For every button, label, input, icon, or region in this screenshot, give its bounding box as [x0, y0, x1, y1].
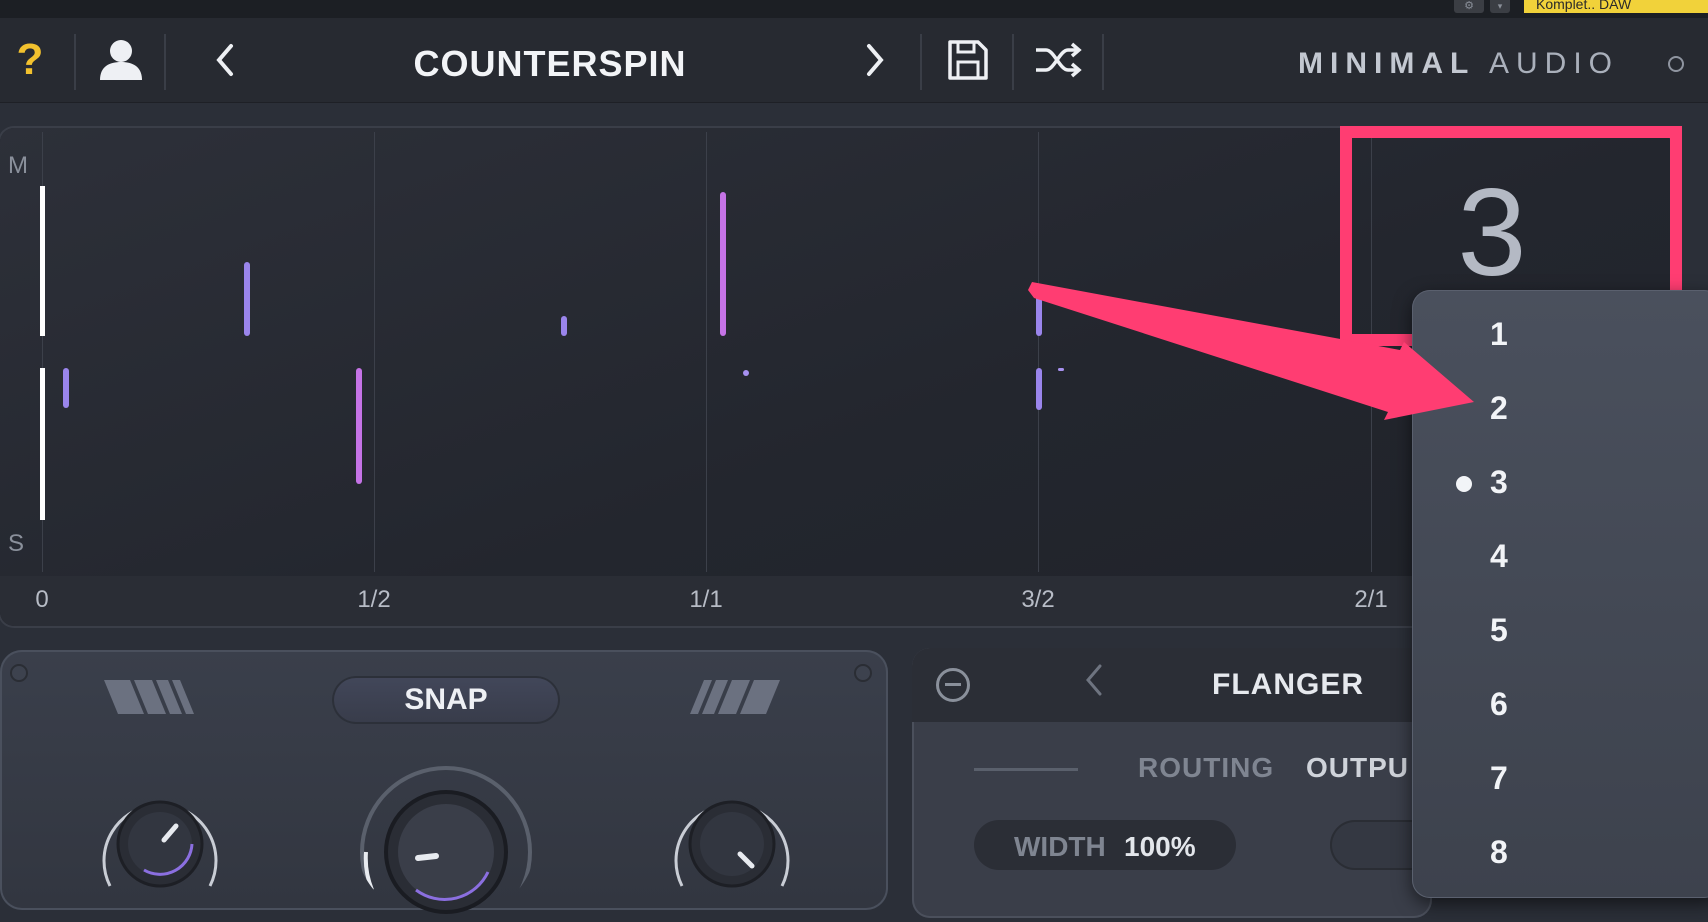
- option-label: 2: [1490, 390, 1508, 426]
- option-label: 8: [1490, 834, 1508, 870]
- option-label: 1: [1490, 316, 1508, 352]
- width-label: WIDTH: [1014, 831, 1106, 862]
- option-label: 6: [1490, 686, 1508, 722]
- side-label: S: [8, 530, 25, 557]
- dropdown-option[interactable]: 2: [1412, 372, 1708, 446]
- transient-marker[interactable]: [743, 370, 749, 376]
- dropdown-option[interactable]: 6: [1412, 668, 1708, 742]
- chevron-right-icon[interactable]: [855, 32, 895, 88]
- grid-division-dropdown[interactable]: 1 2 3 4 5 6 7 8: [1412, 290, 1708, 898]
- chevron-down-icon[interactable]: ▾: [1490, 0, 1510, 13]
- divider: [74, 34, 76, 90]
- tick-label: 1/1: [689, 586, 723, 613]
- transient-marker[interactable]: [1241, 331, 1246, 336]
- dropdown-option[interactable]: 7: [1412, 742, 1708, 816]
- effect-panel: FLANGER ROUTING OUTPU WIDTH 100%: [912, 648, 1432, 918]
- tick-label: 2/1: [1354, 586, 1388, 613]
- transient-marker[interactable]: [720, 192, 726, 336]
- transient-marker[interactable]: [40, 186, 45, 336]
- chevron-left-icon[interactable]: [205, 32, 245, 88]
- brand-bold: MINIMAL: [1298, 47, 1476, 80]
- backslash-pattern-icon: [104, 680, 194, 714]
- screw-icon: [854, 664, 872, 682]
- effect-header: FLANGER: [912, 648, 1432, 722]
- width-control[interactable]: WIDTH 100%: [974, 820, 1236, 870]
- transient-marker[interactable]: [1036, 368, 1042, 410]
- center-knob[interactable]: [356, 762, 536, 922]
- left-knob[interactable]: [92, 774, 228, 914]
- screw-icon: [10, 664, 28, 682]
- divider: [164, 34, 166, 90]
- dropdown-option[interactable]: 1: [1412, 298, 1708, 372]
- divider: [1012, 34, 1014, 90]
- slash-pattern-icon: [690, 680, 780, 714]
- dropdown-option-selected[interactable]: 3: [1412, 446, 1708, 520]
- preset-name[interactable]: COUNTERSPIN: [300, 36, 800, 92]
- dropdown-option[interactable]: 4: [1412, 520, 1708, 594]
- transient-marker[interactable]: [1058, 368, 1064, 371]
- transient-marker[interactable]: [561, 316, 567, 336]
- transient-marker[interactable]: [356, 368, 362, 484]
- user-icon[interactable]: [92, 32, 150, 88]
- selected-bullet-icon: [1456, 476, 1472, 492]
- help-icon[interactable]: ?: [10, 32, 50, 88]
- tick-label: 0: [35, 586, 49, 613]
- grid-line: [706, 132, 707, 572]
- divider: [920, 34, 922, 90]
- output-tab[interactable]: OUTPU: [1306, 752, 1409, 784]
- option-label: 3: [1490, 464, 1508, 500]
- brand-logo: MINIMAL AUDIO: [1298, 44, 1619, 84]
- dropdown-option[interactable]: 5: [1412, 594, 1708, 668]
- bypass-icon[interactable]: [936, 668, 970, 702]
- window-dot-icon[interactable]: [1668, 56, 1684, 72]
- grid-line: [374, 132, 375, 572]
- transient-marker[interactable]: [40, 368, 45, 520]
- routing-tab[interactable]: ROUTING: [1138, 752, 1274, 784]
- width-value[interactable]: 100%: [1124, 831, 1196, 863]
- gear-icon[interactable]: ⚙: [1454, 0, 1484, 13]
- snap-button[interactable]: SNAP: [332, 676, 560, 724]
- transient-marker[interactable]: [63, 368, 69, 408]
- divider: [1102, 34, 1104, 90]
- tick-label: 3/2: [1021, 586, 1055, 613]
- save-icon[interactable]: [942, 32, 994, 88]
- effect-name[interactable]: FLANGER: [1212, 668, 1364, 702]
- brand-light: AUDIO: [1489, 47, 1620, 80]
- transient-marker[interactable]: [1036, 292, 1042, 336]
- plugin-header: ? COUNTERSPIN MINIMAL AUDIO: [0, 18, 1708, 103]
- host-toolbar: ⚙ ▾ Komplet.. DAW: [0, 0, 1708, 18]
- grid-line: [1038, 132, 1039, 572]
- tick-label: 1/2: [357, 586, 391, 613]
- snap-panel: SNAP: [0, 650, 888, 922]
- dropdown-option[interactable]: 8: [1412, 816, 1708, 890]
- transient-marker[interactable]: [244, 262, 250, 336]
- option-label: 7: [1490, 760, 1508, 796]
- shuffle-icon[interactable]: [1032, 32, 1084, 88]
- routing-line: [974, 768, 1078, 771]
- mid-label: M: [8, 152, 28, 179]
- option-label: 5: [1490, 612, 1508, 648]
- right-knob[interactable]: [664, 774, 800, 914]
- option-label: 4: [1490, 538, 1508, 574]
- daw-label[interactable]: Komplet.. DAW: [1524, 0, 1708, 13]
- chevron-left-icon[interactable]: [1082, 662, 1106, 708]
